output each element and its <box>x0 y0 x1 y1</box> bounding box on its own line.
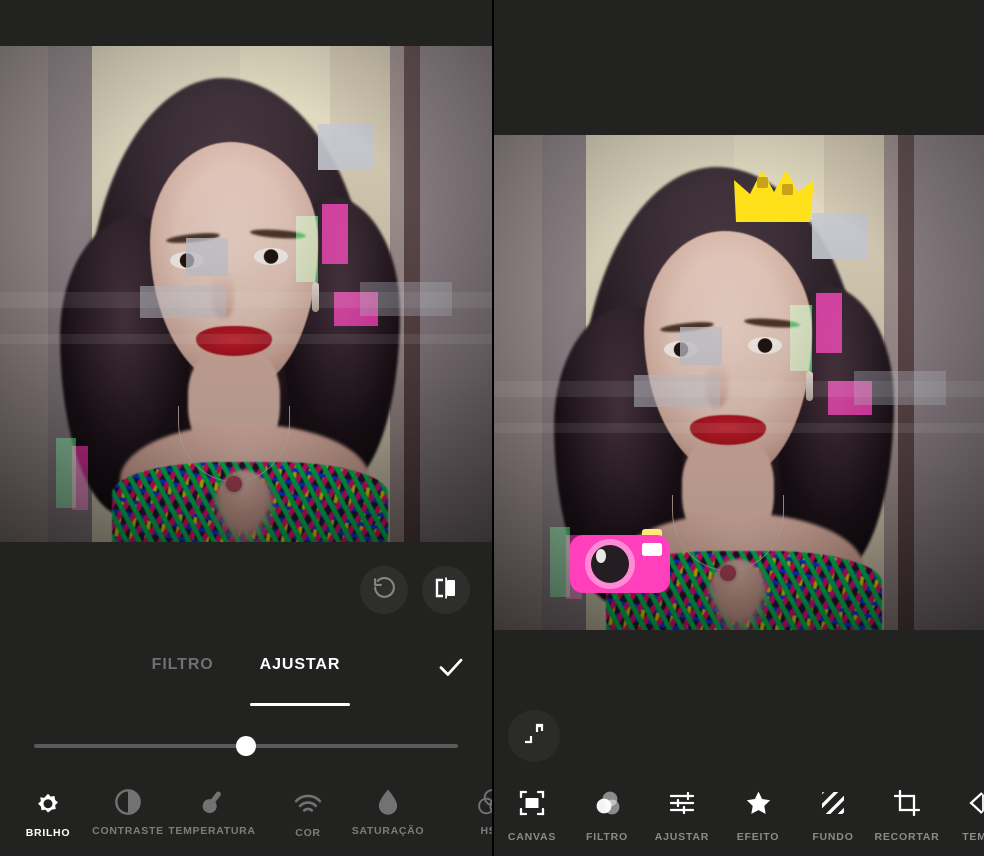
nav-item-fundo[interactable]: FUNDO <box>795 790 871 843</box>
adjust-tool-label: BRILHO <box>25 827 71 839</box>
nav-item-label: AJUSTAR <box>654 831 710 843</box>
template-icon <box>969 790 984 821</box>
adjust-slider[interactable] <box>34 733 458 759</box>
nav-item-filtro[interactable]: FILTRO <box>569 790 645 843</box>
nav-item-label: EFEITO <box>736 831 780 843</box>
adjust-tool-contraste[interactable]: CONTRASTE <box>88 788 168 837</box>
before-after-compare-icon <box>433 575 459 606</box>
tab-filtro[interactable]: FILTRO <box>152 656 214 684</box>
adjust-tool-label: TEMPERATURA <box>168 825 256 837</box>
star-icon <box>745 790 772 821</box>
compare-button[interactable] <box>422 566 470 614</box>
contrast-icon <box>114 788 142 816</box>
adjust-tool-label: CONTRASTE <box>92 825 164 837</box>
slider-track[interactable] <box>34 736 458 756</box>
nav-item-label: CANVAS <box>507 831 557 843</box>
adjust-tool-brilho[interactable]: BRILHO <box>8 788 88 839</box>
reset-button[interactable] <box>360 566 408 614</box>
adjust-tool-cor[interactable]: COR <box>268 788 348 839</box>
nav-item-label: RECORTAR <box>874 831 940 843</box>
hsl-circles-icon <box>477 788 492 816</box>
adjust-tool-temperatura[interactable]: TEMPERATURA <box>168 788 255 837</box>
edited-photo <box>0 46 492 542</box>
camera-sticker[interactable] <box>570 525 670 599</box>
hatch-background-icon <box>820 790 846 821</box>
adjust-tool-hsl[interactable]: HSL <box>452 788 492 837</box>
nav-item-label: TEMPL <box>962 831 984 843</box>
droplet-icon <box>375 788 401 816</box>
photo-preview-right[interactable] <box>494 135 984 630</box>
canvas-frame-icon <box>519 790 545 821</box>
dual-screenshot-container: FILTRO AJUSTAR BRILHO CONTRASTE TEMPERATUR… <box>0 0 984 856</box>
nav-item-ajustar[interactable]: AJUSTAR <box>644 790 720 843</box>
nav-item-templ[interactable]: TEMPL <box>944 790 984 843</box>
tint-waves-icon <box>293 788 323 818</box>
crop-icon <box>893 789 921 821</box>
check-icon <box>436 658 466 686</box>
photo-preview-left[interactable] <box>0 46 492 542</box>
crown-sticker[interactable] <box>732 164 816 228</box>
filter-circles-icon <box>593 790 621 821</box>
collapse-button[interactable] <box>508 710 560 762</box>
nav-item-canvas[interactable]: CANVAS <box>494 790 570 843</box>
brightness-icon <box>33 788 63 818</box>
nav-item-recortar[interactable]: RECORTAR <box>869 789 945 843</box>
nav-item-label: FUNDO <box>812 831 854 843</box>
nav-item-efeito[interactable]: EFEITO <box>720 790 796 843</box>
collapse-corners-icon <box>523 723 545 750</box>
tab-ajustar[interactable]: AJUSTAR <box>260 656 341 684</box>
left-action-row <box>0 562 492 618</box>
adjust-tool-label: COR <box>295 827 321 839</box>
nav-item-label: FILTRO <box>586 831 628 843</box>
editor-tab-bar: FILTRO AJUSTAR <box>0 656 492 684</box>
temperature-icon <box>198 788 226 816</box>
left-screen: FILTRO AJUSTAR BRILHO CONTRASTE TEMPERATUR… <box>0 0 492 856</box>
right-screen: CANVAS FILTRO AJUSTAR EFEITO FUNDO RECORTAR TE… <box>492 0 984 856</box>
confirm-button[interactable] <box>436 652 466 687</box>
slider-thumb[interactable] <box>236 736 256 756</box>
adjust-tool-label: SATURAÇÃO <box>351 825 425 837</box>
adjust-tool-label: HSL <box>480 825 492 837</box>
sliders-icon <box>669 790 695 821</box>
edited-photo-with-stickers <box>494 135 984 630</box>
undo-rotate-icon <box>372 575 397 605</box>
photo-vignette <box>0 46 492 542</box>
adjust-tool-saturao[interactable]: SATURAÇÃO <box>348 788 428 837</box>
